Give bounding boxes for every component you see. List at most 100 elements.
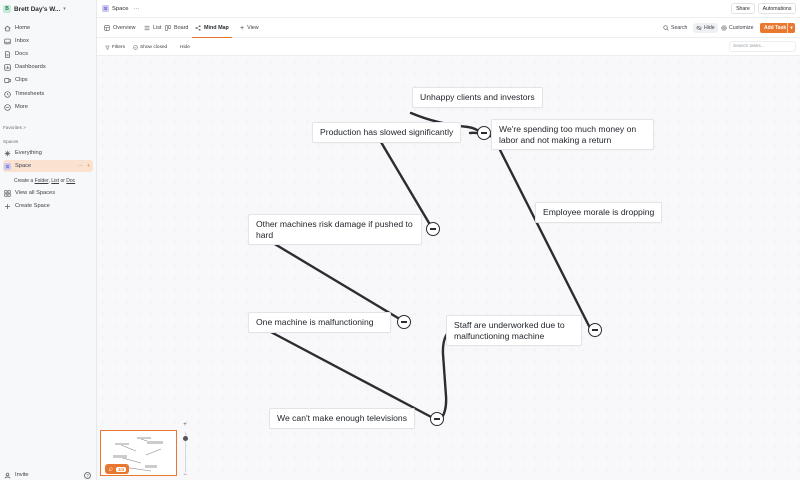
node-machines-risk[interactable]: Other machines risk damage if pushed to …: [248, 214, 422, 245]
node-text: Employee morale is dropping: [543, 207, 655, 217]
breadcrumb-space[interactable]: Space: [112, 6, 128, 12]
help-icon[interactable]: ?: [84, 471, 91, 479]
sidebar-item-home[interactable]: Home: [3, 22, 93, 34]
favorites-label: Favorites: [3, 125, 22, 130]
workspace-avatar: B: [3, 5, 11, 13]
sidebar-item-label: Inbox: [15, 38, 29, 44]
collapse-toggle[interactable]: [588, 323, 602, 337]
share-button[interactable]: Share: [731, 3, 755, 14]
invite-button[interactable]: Invite: [15, 472, 29, 478]
create-doc-link[interactable]: Doc: [66, 178, 75, 184]
sidebar-item-docs[interactable]: Docs: [3, 48, 93, 60]
sidebar-item-inbox[interactable]: Inbox: [3, 35, 93, 47]
zoom-out-button[interactable]: −: [181, 471, 189, 479]
filters-label: Filters: [112, 44, 126, 50]
search-tasks-input[interactable]: [729, 41, 796, 52]
chevron-down-icon[interactable]: ▾: [787, 23, 795, 33]
node-text: We're spending too much money on labor a…: [499, 124, 637, 145]
overview-icon: [104, 25, 110, 31]
board-icon: [165, 25, 171, 31]
sidebar-item-label: Dashboards: [15, 64, 46, 70]
node-morale-dropping[interactable]: Employee morale is dropping: [535, 202, 663, 223]
collapse-toggle[interactable]: [397, 315, 411, 329]
collapse-toggle[interactable]: [430, 412, 444, 426]
connector-line-5: [267, 329, 437, 421]
search-button[interactable]: Search: [663, 23, 687, 33]
show-closed-button[interactable]: Show closed: [133, 42, 167, 52]
chevron-down-icon: ▾: [63, 6, 66, 12]
collapse-toggle[interactable]: [426, 222, 440, 236]
sidebar-item-create-space[interactable]: Create Space: [3, 200, 93, 212]
customize-label: Customize: [729, 25, 754, 31]
workspace-switcher[interactable]: B Brett Day's W... ▾: [3, 3, 93, 15]
tab-mind-map[interactable]: Mind Map: [192, 18, 232, 38]
zoom-in-button[interactable]: +: [181, 421, 189, 429]
sidebar-item-view-all-spaces[interactable]: View all Spaces: [3, 187, 93, 199]
favorites-section[interactable]: Favorites >: [3, 125, 26, 130]
sidebar: B Brett Day's W... ▾ Home Inbox Docs Das…: [0, 0, 97, 480]
check-circle-icon: [133, 44, 138, 50]
sidebar-item-label: Space: [15, 163, 32, 169]
node-unhappy-clients[interactable]: Unhappy clients and investors: [412, 87, 543, 108]
filter-hide-button[interactable]: Hide: [180, 42, 190, 52]
create-prefix: Create a: [14, 178, 34, 184]
sidebar-item-more[interactable]: More: [3, 101, 93, 113]
node-production-slowed[interactable]: Production has slowed significantly: [312, 122, 462, 143]
workspace-name: Brett Day's W...: [14, 5, 61, 13]
mindmap-icon: [195, 25, 201, 31]
node-text: Staff are underworked due to malfunction…: [454, 320, 565, 341]
collapse-toggle[interactable]: [477, 126, 491, 140]
sidebar-item-clips[interactable]: Clips: [3, 74, 93, 86]
create-folder-link[interactable]: Folder: [35, 178, 49, 184]
tab-overview[interactable]: Overview: [104, 18, 135, 38]
add-task-button[interactable]: Add Task ▾: [760, 23, 795, 33]
sidebar-item-label: Create Space: [15, 203, 50, 209]
tab-list[interactable]: List: [144, 18, 161, 38]
connector-line-2: [468, 131, 592, 330]
node-text: Production has slowed significantly: [320, 127, 454, 137]
chevron-right-icon: >: [23, 125, 26, 130]
customize-button[interactable]: Customize: [721, 23, 754, 33]
create-in-space-hint: Create a Folder, List or Doc: [14, 178, 76, 184]
automations-button[interactable]: Automations: [758, 3, 796, 14]
connector-line-4: [271, 241, 405, 323]
sidebar-item-label: Clips: [15, 77, 28, 83]
node-spending-too-much[interactable]: We're spending too much money on labor a…: [491, 119, 654, 150]
user-icon: [4, 472, 11, 479]
show-closed-label: Show closed: [140, 44, 168, 50]
sidebar-item-everything[interactable]: Everything: [3, 147, 93, 159]
mind-map-canvas[interactable]: Unhappy clients and investors Production…: [97, 56, 800, 480]
timesheet-icon: [4, 90, 11, 98]
create-list-link[interactable]: List: [51, 178, 59, 184]
search-label: Search: [671, 25, 688, 31]
add-view-button[interactable]: + View: [240, 18, 259, 38]
dashboard-icon: [4, 63, 11, 71]
sidebar-item-timesheets[interactable]: Timesheets: [3, 88, 93, 100]
mind-map-links: [267, 111, 592, 421]
more-icon: [4, 103, 11, 111]
filter-icon: [105, 45, 110, 50]
add-view-label: View: [247, 25, 259, 31]
space-menu-button[interactable]: ···: [133, 6, 139, 12]
space-more-button[interactable]: ···: [78, 163, 83, 169]
spaces-section-label: Spaces: [3, 139, 19, 144]
minimap-toggle[interactable]: 1/4: [105, 464, 129, 474]
node-text: Unhappy clients and investors: [420, 92, 535, 102]
space-avatar: S: [4, 162, 11, 170]
sidebar-item-space[interactable]: S Space ··· +: [3, 160, 93, 172]
filters-button[interactable]: Filters: [105, 42, 125, 52]
plus-icon: +: [240, 24, 245, 32]
rocket-icon: [108, 466, 113, 472]
zoom-slider-handle[interactable]: [182, 436, 188, 441]
sidebar-item-label: More: [15, 104, 28, 110]
plus-icon: [4, 203, 11, 210]
node-staff-underworked[interactable]: Staff are underworked due to malfunction…: [446, 315, 582, 346]
node-one-machine[interactable]: One machine is malfunctioning: [248, 312, 391, 333]
tab-board[interactable]: Board: [165, 18, 188, 38]
space-add-button[interactable]: +: [87, 163, 90, 169]
hide-button[interactable]: Hide: [693, 23, 718, 33]
sidebar-item-dashboards[interactable]: Dashboards: [3, 61, 93, 73]
space-actions: ··· +: [78, 163, 90, 169]
node-televisions[interactable]: We can't make enough televisions: [269, 408, 415, 429]
grid-icon: [4, 189, 11, 197]
